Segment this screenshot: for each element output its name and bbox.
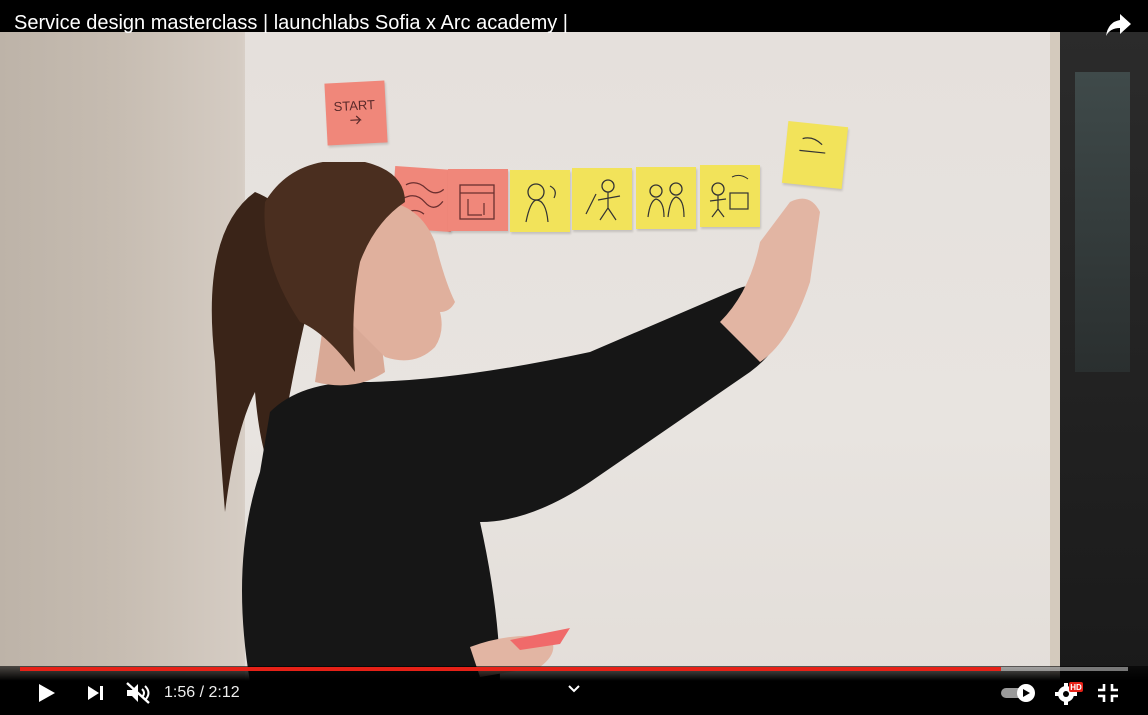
- progress-played: [20, 667, 1001, 671]
- door-frame: [1050, 32, 1060, 682]
- autoplay-toggle[interactable]: [1000, 683, 1038, 703]
- play-icon: [39, 684, 55, 702]
- exit-fullscreen-icon: [1098, 684, 1118, 702]
- svg-text:START: START: [333, 97, 375, 114]
- chevron-down-icon: [568, 685, 580, 693]
- settings-button[interactable]: HD: [1054, 681, 1084, 705]
- time-separator: /: [195, 684, 209, 701]
- title-bar: Service design masterclass | launchlabs …: [0, 0, 1148, 36]
- presenter-person: [211, 162, 820, 682]
- more-videos-button[interactable]: [566, 682, 582, 696]
- doorway-highlight: [1075, 72, 1130, 372]
- autoplay-toggle-icon: [1001, 684, 1035, 702]
- volume-muted-icon: [126, 682, 150, 704]
- hd-badge: HD: [1070, 683, 1082, 692]
- video-frame[interactable]: START: [0, 32, 1148, 682]
- video-player[interactable]: START Service design masterclass | launc…: [0, 0, 1148, 715]
- duration: 2:12: [208, 684, 240, 701]
- video-title[interactable]: Service design masterclass | launchlabs …: [14, 11, 568, 35]
- play-button[interactable]: [34, 682, 58, 704]
- next-icon: [88, 686, 103, 700]
- share-icon[interactable]: [1104, 12, 1132, 38]
- next-button[interactable]: [84, 682, 108, 704]
- sticky-note-start: START: [324, 80, 388, 146]
- time-display: 1:56 / 2:12: [164, 683, 240, 703]
- current-time: 1:56: [164, 684, 196, 701]
- exit-fullscreen-button[interactable]: [1096, 682, 1120, 704]
- progress-bar[interactable]: [20, 667, 1128, 671]
- mute-button[interactable]: [124, 681, 152, 705]
- settings-icon: HD: [1055, 682, 1083, 705]
